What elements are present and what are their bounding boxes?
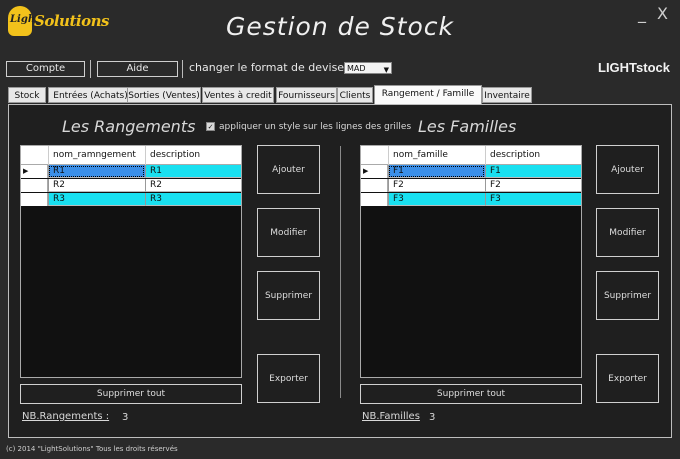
brand-right: LIGHTstock (598, 60, 670, 75)
header-cell[interactable]: description (145, 146, 241, 165)
familles-count-value: 3 (429, 412, 436, 423)
chevron-down-icon: ▼ (383, 66, 389, 74)
style-checkbox-label: appliquer un style sur les lignes des gr… (219, 122, 412, 132)
table-row[interactable]: R2 R2 (21, 179, 241, 192)
grid-cell[interactable]: F2 (485, 179, 581, 192)
grid-cell[interactable]: R3 (48, 193, 145, 206)
tab-ventes-credit[interactable]: Ventes à credit (202, 87, 274, 103)
grid-cell[interactable]: R2 (145, 179, 241, 192)
grid-cell[interactable]: R1 (145, 165, 241, 178)
devise-value: MAD (347, 64, 366, 73)
style-checkbox[interactable]: ✓ (206, 122, 215, 131)
header-cell[interactable]: nom_ramngement (48, 146, 145, 165)
row-header (21, 179, 48, 192)
tab-sorties[interactable]: Sorties (Ventes) (127, 87, 201, 103)
grid-header: nom_ramngement description (21, 146, 241, 165)
tab-fournisseurs[interactable]: Fournisseurs (276, 87, 337, 103)
rangements-count-value: 3 (122, 412, 129, 423)
rangements-ajouter-button[interactable]: Ajouter (257, 145, 320, 194)
grid-header: nom_famille description (361, 146, 581, 165)
header-cell[interactable]: nom_famille (388, 146, 485, 165)
rangements-count-label: NB.Rangements : (22, 411, 110, 422)
tab-stock[interactable]: Stock (8, 87, 46, 103)
familles-modifier-button[interactable]: Modifier (596, 208, 659, 257)
tab-inventaire[interactable]: Inventaire (482, 87, 532, 103)
rangements-supprimer-button[interactable]: Supprimer (257, 271, 320, 320)
grid-cell[interactable]: F3 (485, 193, 581, 206)
grid-cell[interactable]: F3 (388, 193, 485, 206)
grid-cell[interactable]: F2 (388, 179, 485, 192)
familles-supprimer-button[interactable]: Supprimer (596, 271, 659, 320)
tab-clients[interactable]: Clients (337, 87, 373, 103)
tab-entrees[interactable]: Entrées (Achats) (48, 87, 133, 103)
rangements-supprimer-tout-button[interactable]: Supprimer tout (20, 384, 242, 404)
familles-supprimer-tout-button[interactable]: Supprimer tout (360, 384, 582, 404)
familles-grid[interactable]: nom_famille description ▶ F1 F1 F2 F2 F3… (360, 145, 582, 378)
app-title: Gestion de Stock (226, 12, 454, 41)
aide-button[interactable]: Aide (97, 61, 178, 77)
rangements-exporter-button[interactable]: Exporter (257, 354, 320, 403)
row-header (21, 193, 48, 206)
header-corner (361, 146, 388, 165)
rangements-modifier-button[interactable]: Modifier (257, 208, 320, 257)
table-row[interactable]: F3 F3 (361, 193, 581, 206)
header-cell[interactable]: description (485, 146, 581, 165)
row-header (361, 179, 388, 192)
familles-exporter-button[interactable]: Exporter (596, 354, 659, 403)
table-row[interactable]: ▶ R1 R1 (21, 165, 241, 178)
grid-cell[interactable]: F1 (485, 165, 581, 178)
table-row[interactable]: ▶ F1 F1 (361, 165, 581, 178)
row-header (361, 193, 388, 206)
row-pointer-icon: ▶ (21, 165, 48, 178)
toolbar-separator (90, 60, 91, 78)
grid-cell[interactable]: R2 (48, 179, 145, 192)
familles-count-label: NB.Familles (362, 411, 420, 422)
familles-ajouter-button[interactable]: Ajouter (596, 145, 659, 194)
close-button[interactable]: X (657, 4, 668, 23)
section-divider (340, 146, 341, 398)
grid-cell[interactable]: R1 (48, 165, 145, 178)
row-pointer-icon: ▶ (361, 165, 388, 178)
table-row[interactable]: F2 F2 (361, 179, 581, 192)
familles-title: Les Familles (418, 117, 517, 136)
devise-select[interactable]: MAD ▼ (344, 62, 392, 74)
minimize-button[interactable]: _ (638, 4, 646, 23)
devise-label: changer le format de devise : (189, 61, 352, 74)
rangements-title: Les Rangements (62, 117, 196, 136)
grid-cell[interactable]: R3 (145, 193, 241, 206)
toolbar-separator (182, 60, 183, 78)
header-corner (21, 146, 48, 165)
table-row[interactable]: R3 R3 (21, 193, 241, 206)
grid-cell[interactable]: F1 (388, 165, 485, 178)
compte-button[interactable]: Compte (6, 61, 85, 77)
footer-copyright: (c) 2014 "LightSolutions" Tous les droit… (6, 445, 178, 453)
tab-rangement-famille[interactable]: Rangement / Famille (374, 85, 482, 104)
rangements-grid[interactable]: nom_ramngement description ▶ R1 R1 R2 R2… (20, 145, 242, 378)
